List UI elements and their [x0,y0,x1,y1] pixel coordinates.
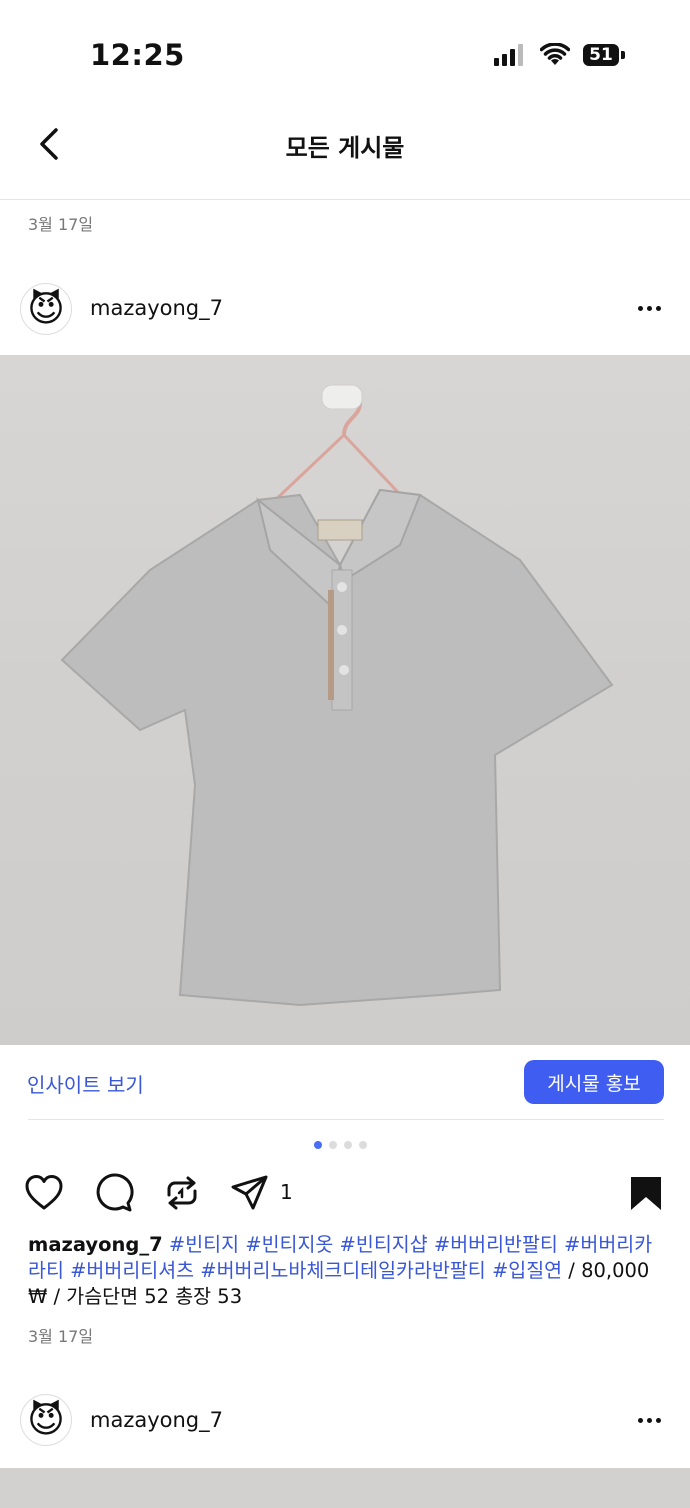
section-date: 3월 17일 [28,215,94,234]
carousel-dot [314,1141,322,1149]
insight-divider [28,1119,664,1120]
hashtag-link[interactable]: #버버리반팔티 [434,1233,558,1256]
insight-link[interactable]: 인사이트 보기 [27,1069,144,1098]
heart-icon[interactable] [24,1173,64,1213]
more-icon[interactable] [638,1418,661,1423]
hashtag-link[interactable]: #빈티지 [169,1233,239,1256]
repost-icon[interactable] [162,1173,202,1213]
carousel-dot [344,1141,352,1149]
hashtag-link[interactable]: #버버리노바체크디테일카라반팔티 [200,1259,485,1282]
header-divider [0,199,690,200]
bookmark-icon[interactable] [626,1173,666,1213]
battery-icon: 51 [583,44,619,66]
post-date: 3월 17일 [28,1327,94,1346]
wifi-icon [540,43,570,65]
battery-cap [621,51,625,59]
comment-icon[interactable] [94,1173,134,1213]
next-post-photo[interactable] [0,1468,690,1508]
carousel-dot [359,1141,367,1149]
shirt-illustration [60,384,614,1007]
caption-username[interactable]: mazayong_7 [28,1233,163,1256]
next-post-username[interactable]: mazayong_7 [90,1408,223,1432]
avatar-emoji: 😈 [27,1399,65,1441]
share-count: 1 [280,1180,293,1204]
promote-button[interactable]: 게시물 홍보 [524,1060,664,1104]
hashtag-link[interactable]: #버버리티셔츠 [70,1259,194,1282]
avatar[interactable]: 😈 [20,283,72,335]
carousel-indicator [314,1141,367,1149]
next-post-avatar[interactable]: 😈 [20,1394,72,1446]
status-time: 12:25 [90,38,185,72]
hashtag-link[interactable]: #빈티지옷 [245,1233,333,1256]
post-caption: mazayong_7 #빈티지 #빈티지옷 #빈티지샵 #버버리반팔티 #버버리… [28,1232,668,1310]
more-icon[interactable] [638,306,661,311]
signal-icon [494,44,523,66]
hashtag-link[interactable]: #빈티지샵 [340,1233,428,1256]
avatar-emoji: 😈 [27,288,65,330]
share-icon[interactable] [230,1173,270,1213]
post-photo[interactable] [0,355,690,1045]
carousel-dot [329,1141,337,1149]
hashtag-link[interactable]: #입질연 [492,1259,562,1282]
page-title: 모든 게시물 [285,134,405,162]
post-username[interactable]: mazayong_7 [90,296,223,320]
